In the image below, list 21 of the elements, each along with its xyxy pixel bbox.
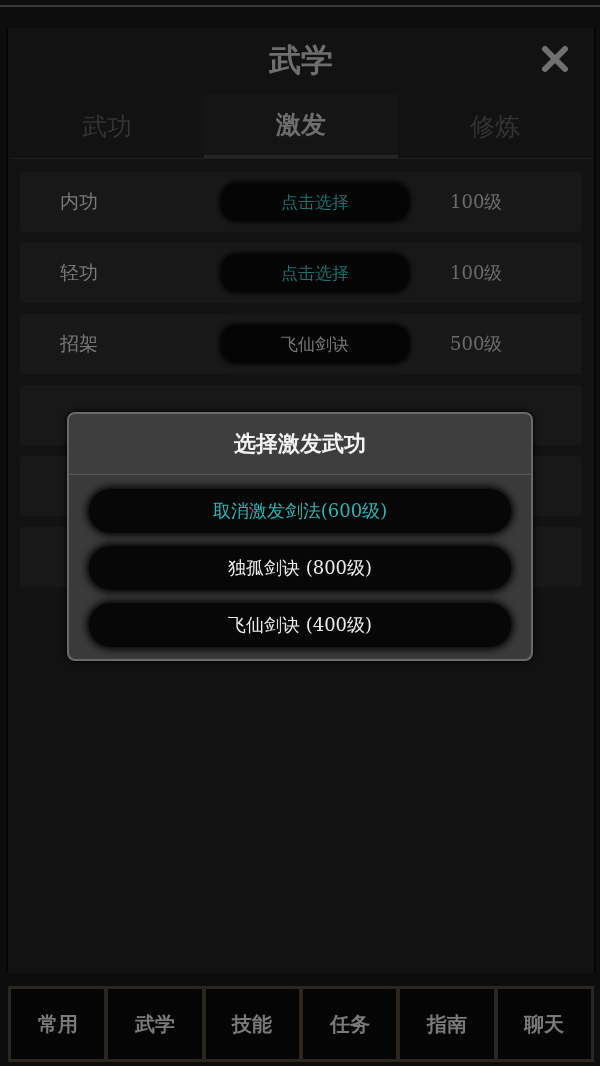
skill-select-button[interactable]: 飞仙剑诀 bbox=[222, 326, 408, 362]
skill-select-button[interactable]: 点击选择 bbox=[222, 255, 408, 291]
skill-slot-label: 内功 bbox=[59, 189, 99, 214]
skill-level: 100级 bbox=[449, 261, 504, 285]
nav-button[interactable]: 常用 bbox=[11, 989, 105, 1059]
nav-button[interactable]: 聊天 bbox=[497, 989, 591, 1059]
window-title: 武学 bbox=[269, 40, 333, 81]
nav-button[interactable]: 指南 bbox=[400, 989, 494, 1059]
skill-slot-label: 招架 bbox=[59, 331, 99, 356]
option-button[interactable]: 飞仙剑诀 (400级) bbox=[89, 603, 511, 647]
nav-button[interactable]: 武学 bbox=[108, 989, 202, 1059]
option-button[interactable]: 独孤剑诀 (800级) bbox=[89, 546, 511, 590]
nav-button[interactable]: 技能 bbox=[205, 989, 299, 1059]
skill-level: 100级 bbox=[449, 190, 504, 214]
skill-select-button[interactable]: 点击选择 bbox=[222, 184, 408, 220]
skill-slot-label: 轻功 bbox=[59, 260, 99, 285]
option-button[interactable]: 取消激发剑法(600级) bbox=[89, 489, 511, 533]
nav-button[interactable]: 任务 bbox=[303, 989, 397, 1059]
close-icon[interactable] bbox=[540, 44, 570, 74]
skill-level: 500级 bbox=[449, 332, 504, 356]
dialog-title: 选择激发武功 bbox=[234, 429, 366, 458]
